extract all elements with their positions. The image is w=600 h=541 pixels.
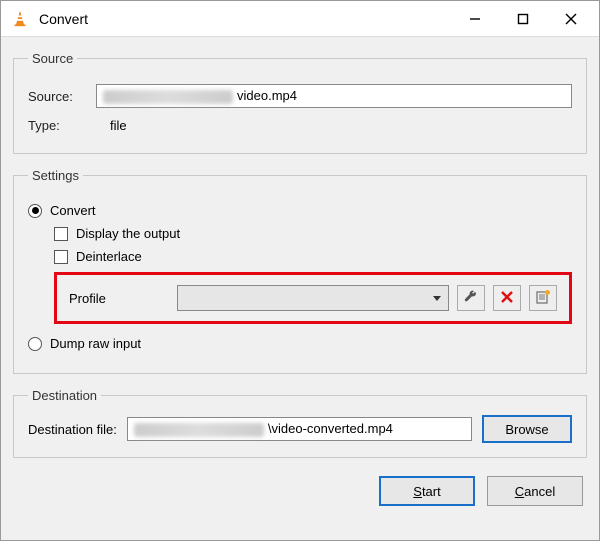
radio-icon [28,204,42,218]
convert-dialog: Convert Source Source: video.mp4 Type: f… [0,0,600,541]
dialog-footer: Start Cancel [13,468,587,510]
deinterlace-label: Deinterlace [76,249,142,264]
vlc-cone-icon [11,10,29,28]
new-profile-icon [535,289,551,308]
titlebar: Convert [1,1,599,37]
checkbox-icon [54,227,68,241]
destination-group: Destination Destination file: \video-con… [13,388,587,458]
delete-profile-button[interactable] [493,285,521,311]
destination-label: Destination file: [28,422,117,437]
deinterlace-checkbox-row[interactable]: Deinterlace [54,249,572,264]
cancel-button[interactable]: Cancel [487,476,583,506]
convert-radio-row[interactable]: Convert [28,203,572,218]
source-path-redacted [103,90,233,104]
destination-path-redacted [134,423,264,437]
x-icon [499,289,515,308]
edit-profile-button[interactable] [457,285,485,311]
destination-path-visible: \video-converted.mp4 [268,421,393,436]
convert-radio-label: Convert [50,203,96,218]
start-button-label: Start [413,484,440,499]
window-title: Convert [39,11,451,27]
close-button[interactable] [547,1,595,36]
dump-radio-row[interactable]: Dump raw input [28,336,572,351]
settings-legend: Settings [28,168,83,183]
wrench-icon [463,289,479,308]
source-group: Source Source: video.mp4 Type: file [13,51,587,154]
settings-group: Settings Convert Display the output Dein… [13,168,587,374]
maximize-button[interactable] [499,1,547,36]
destination-legend: Destination [28,388,101,403]
type-value: file [110,118,127,133]
source-label: Source: [28,89,88,104]
radio-icon [28,337,42,351]
minimize-button[interactable] [451,1,499,36]
source-legend: Source [28,51,77,66]
dump-radio-label: Dump raw input [50,336,141,351]
source-path-visible: video.mp4 [237,88,297,103]
cancel-button-label: Cancel [515,484,555,499]
new-profile-button[interactable] [529,285,557,311]
checkbox-icon [54,250,68,264]
destination-input[interactable]: \video-converted.mp4 [127,417,472,441]
display-output-checkbox-row[interactable]: Display the output [54,226,572,241]
source-input[interactable]: video.mp4 [96,84,572,108]
profile-select[interactable] [177,285,449,311]
browse-button-label: Browse [505,422,548,437]
client-area: Source Source: video.mp4 Type: file Sett… [1,37,599,540]
profile-label: Profile [69,291,169,306]
display-output-label: Display the output [76,226,180,241]
browse-button[interactable]: Browse [482,415,572,443]
start-button[interactable]: Start [379,476,475,506]
type-label: Type: [28,118,88,133]
profile-row-highlight: Profile [54,272,572,324]
chevron-down-icon [432,291,442,306]
window-controls [451,1,595,36]
